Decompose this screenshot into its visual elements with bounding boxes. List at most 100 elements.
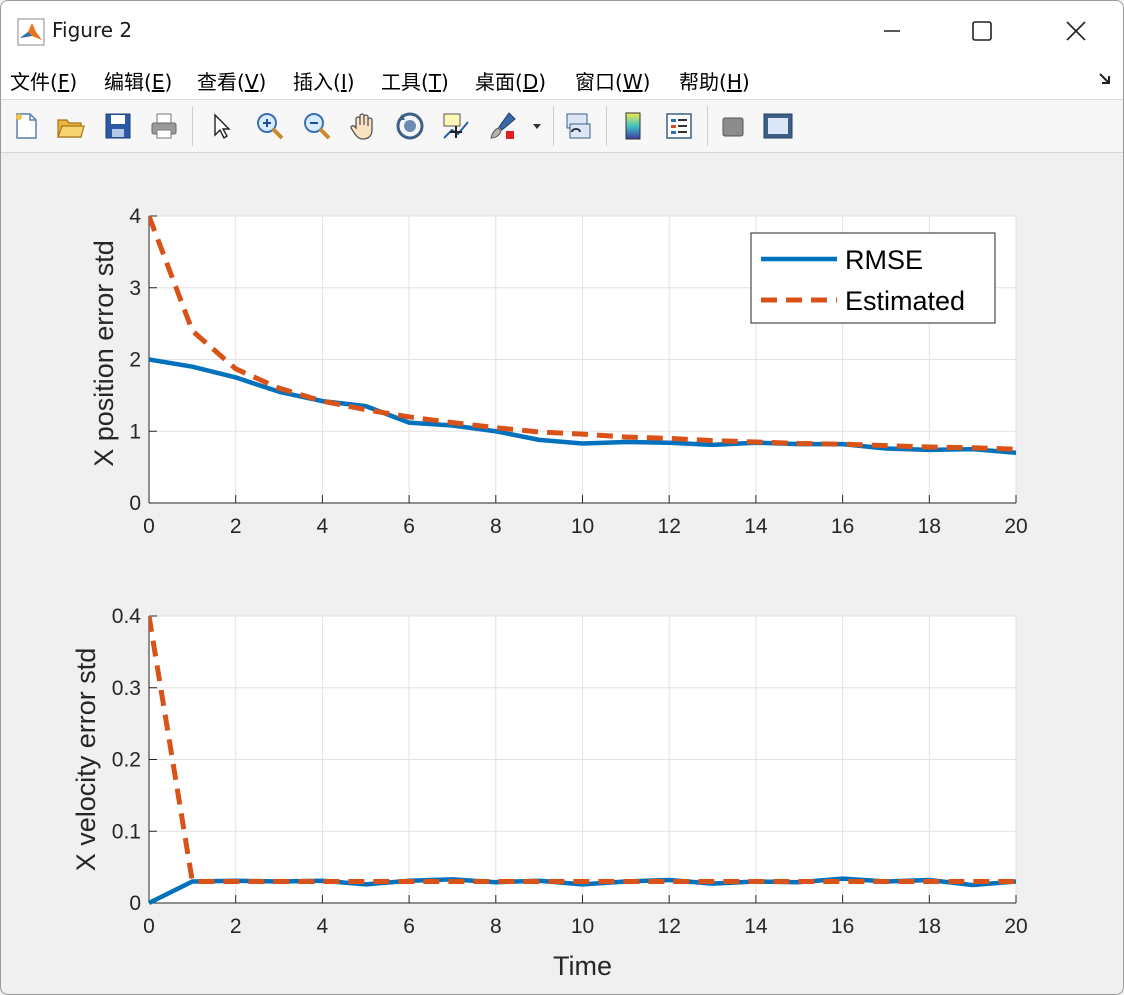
toolbar-separator xyxy=(707,106,708,146)
save-button[interactable] xyxy=(100,108,136,144)
x-tick-label: 18 xyxy=(918,915,941,938)
y-tick-label: 4 xyxy=(129,205,141,228)
x-tick-label: 6 xyxy=(403,515,415,538)
y-tick-label: 0.3 xyxy=(112,677,141,700)
window-title: Figure 2 xyxy=(52,18,133,42)
pointer-icon xyxy=(214,113,231,140)
toolbar-separator xyxy=(192,106,193,146)
x-tick-label: 14 xyxy=(744,915,768,938)
new-figure-button[interactable] xyxy=(8,108,44,144)
close-icon xyxy=(1066,21,1086,41)
x-tick-label: 12 xyxy=(658,915,681,938)
open-file-button[interactable] xyxy=(52,108,88,144)
x-tick-label: 4 xyxy=(317,915,329,938)
brush-dropdown-button[interactable] xyxy=(525,108,549,144)
colorbar-icon xyxy=(625,112,641,140)
pan-hand-icon xyxy=(350,113,373,140)
menu-file[interactable]: 文件(F) xyxy=(10,66,77,95)
menu-desktop[interactable]: 桌面(D) xyxy=(475,66,546,95)
hide-plot-tools-icon xyxy=(722,117,744,137)
x-tick-label: 2 xyxy=(230,515,242,538)
x-tick-label: 4 xyxy=(317,515,329,538)
x-axis-label: Time xyxy=(553,951,612,981)
x-tick-label: 8 xyxy=(490,915,502,938)
axes-1: 0 2 4 6 8 10 12 14 16 18 2001234X position error s… xyxy=(89,205,1028,538)
legend-icon xyxy=(666,113,692,139)
x-tick-label: 20 xyxy=(1004,515,1027,538)
menu-tools[interactable]: 工具(T) xyxy=(381,66,449,95)
brush-button[interactable] xyxy=(485,108,521,144)
x-tick-label: 0 xyxy=(143,515,155,538)
figure-canvas: 0 2 4 6 8 10 12 14 16 18 2001234X position error s… xyxy=(71,205,1028,981)
menu-edit[interactable]: 编辑(E) xyxy=(104,66,172,95)
figure-window: Figure 2 文件(F) 编辑(E) 查看(V) 插入(I) 工具(T) 桌… xyxy=(0,0,1124,995)
x-tick-label: 6 xyxy=(403,915,415,938)
insert-colorbar-button[interactable] xyxy=(615,108,651,144)
y-tick-label: 2 xyxy=(129,349,141,372)
title-bar: Figure 2 xyxy=(1,1,1123,63)
zoom-in-icon xyxy=(257,113,284,140)
show-plot-tools-icon xyxy=(763,113,793,139)
data-cursor-icon xyxy=(443,113,469,139)
x-tick-label: 8 xyxy=(490,515,502,538)
pointer-button[interactable] xyxy=(202,108,238,144)
new-figure-icon xyxy=(16,113,37,139)
show-plot-tools-button[interactable] xyxy=(760,108,796,144)
dock-arrow-icon[interactable] xyxy=(1097,71,1113,87)
x-tick-label: 10 xyxy=(571,515,594,538)
zoom-out-button[interactable] xyxy=(299,108,335,144)
menu-insert[interactable]: 插入(I) xyxy=(293,66,355,95)
menu-view[interactable]: 查看(V) xyxy=(197,66,266,95)
axes-2: 0 2 4 6 8 10 12 14 16 18 20 0 0.1 0.2 0.3 0.4 X velocity… xyxy=(71,605,1028,981)
close-button[interactable] xyxy=(1053,11,1099,51)
rotate-3d-button[interactable] xyxy=(392,108,428,144)
legend-label-rmse: RMSE xyxy=(845,245,923,275)
toolbar-separator xyxy=(606,106,607,146)
y-axis-label: X position error std xyxy=(89,240,119,467)
hide-plot-tools-button[interactable] xyxy=(715,108,751,144)
caret-down-icon xyxy=(533,124,541,129)
y-axis-label: X velocity error std xyxy=(71,648,101,872)
menu-window[interactable]: 窗口(W) xyxy=(575,66,650,95)
print-icon xyxy=(151,113,177,139)
y-tick-label: 0.4 xyxy=(112,605,142,628)
y-tick-label: 0.1 xyxy=(112,820,141,843)
figure-toolbar xyxy=(1,100,1123,153)
y-tick-label: 0.2 xyxy=(112,749,141,772)
save-icon xyxy=(105,113,131,139)
x-tick-label: 16 xyxy=(831,915,854,938)
menu-help[interactable]: 帮助(H) xyxy=(679,66,750,95)
x-tick-label: 16 xyxy=(831,515,854,538)
minimize-button[interactable] xyxy=(869,11,915,51)
y-tick-label: 1 xyxy=(129,420,141,443)
matlab-logo-icon xyxy=(17,18,45,46)
insert-legend-button[interactable] xyxy=(661,108,697,144)
menu-bar: 文件(F) 编辑(E) 查看(V) 插入(I) 工具(T) 桌面(D) 窗口(W… xyxy=(1,63,1123,100)
link-plot-icon xyxy=(566,113,591,139)
zoom-in-button[interactable] xyxy=(252,108,288,144)
x-tick-label: 20 xyxy=(1004,915,1027,938)
x-tick-label: 18 xyxy=(918,515,941,538)
minimize-icon xyxy=(884,30,900,32)
x-tick-label: 14 xyxy=(744,515,768,538)
maximize-button[interactable] xyxy=(959,11,1005,51)
pan-button[interactable] xyxy=(346,108,382,144)
rotate-3d-icon xyxy=(396,112,424,140)
legend: RMSE Estimated xyxy=(750,232,996,324)
open-file-icon xyxy=(57,119,85,138)
x-tick-label: 12 xyxy=(658,515,681,538)
toolbar-separator xyxy=(553,106,554,146)
legend-label-estimated: Estimated xyxy=(845,286,965,316)
print-button[interactable] xyxy=(146,108,182,144)
y-tick-label: 0 xyxy=(129,892,141,915)
x-tick-label: 10 xyxy=(571,915,594,938)
data-cursor-button[interactable] xyxy=(438,108,474,144)
x-tick-label: 0 xyxy=(143,915,155,938)
maximize-icon xyxy=(972,21,992,41)
link-plot-button[interactable] xyxy=(560,108,596,144)
y-tick-label: 3 xyxy=(129,277,141,300)
brush-icon xyxy=(490,112,516,139)
x-tick-label: 2 xyxy=(230,915,242,938)
zoom-out-icon xyxy=(304,113,331,140)
y-tick-label: 0 xyxy=(129,492,141,515)
